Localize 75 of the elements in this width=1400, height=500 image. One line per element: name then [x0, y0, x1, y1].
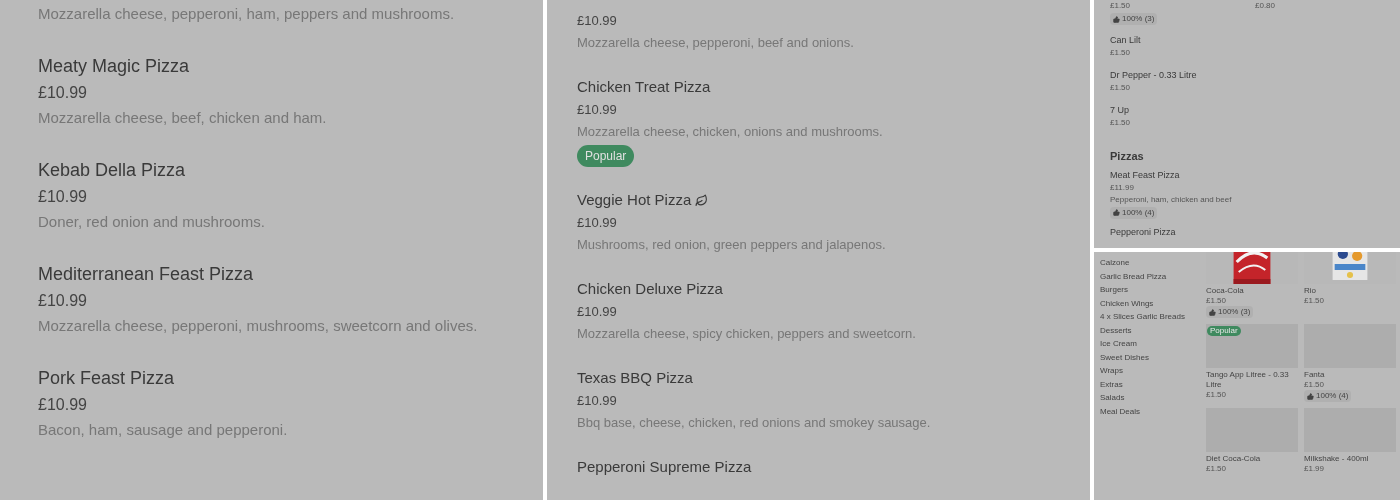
category-link[interactable]: Extras: [1100, 379, 1206, 390]
product-name: Tango App Litree - 0.33 Litre: [1206, 370, 1290, 390]
rating-badge: 100% (4): [1110, 206, 1158, 219]
item-price: £0.80: [1255, 1, 1276, 11]
thumbs-up-icon: [1307, 392, 1314, 400]
product-price: £1.99: [1304, 464, 1325, 474]
product-price: £1.50: [1304, 380, 1325, 390]
thumbs-up-icon: [1113, 209, 1120, 216]
category-link[interactable]: Salads: [1100, 393, 1206, 404]
item-description: Bacon, ham, sausage and pepperoni.: [38, 420, 289, 440]
product-price: £1.50: [1206, 296, 1227, 306]
popular-badge: Popular: [1207, 326, 1241, 336]
category-link[interactable]: Chicken Wings: [1100, 298, 1206, 309]
item-title: Veggie Hot Pizza: [577, 190, 692, 210]
rating-badge: 100% (3): [1110, 13, 1158, 25]
item-title: Chicken Deluxe Pizza: [577, 279, 723, 299]
item-price: £10.99: [577, 392, 618, 410]
item-price: £10.99: [577, 214, 618, 232]
rating-badge: 100% (3): [1206, 306, 1254, 318]
item-price: £1.50: [1110, 48, 1132, 58]
category-link[interactable]: 4 x Slices Garlic Breads: [1100, 312, 1206, 323]
item-title: Pepperoni Supreme Pizza: [577, 457, 752, 477]
item-price: £10.99: [38, 187, 88, 207]
item-title: Meat Feast Pizza: [1110, 169, 1180, 181]
section-heading: Pizzas: [1110, 149, 1145, 164]
item-title: Can Lilt: [1110, 35, 1142, 46]
category-link[interactable]: Meal Deals: [1100, 406, 1206, 417]
category-link[interactable]: Garlic Bread Pizza: [1100, 271, 1206, 282]
item-title: Meaty Magic Pizza: [38, 55, 191, 78]
item-description: Bbq base, cheese, chicken, red onions and smokey sausage.: [577, 414, 932, 432]
item-price: £1.50: [1110, 83, 1132, 93]
category-link[interactable]: Wraps: [1100, 366, 1206, 377]
product-name: Coca-Cola: [1206, 286, 1244, 296]
item-price: £1.50: [1110, 1, 1131, 11]
item-description: Mozzarella cheese, spicy chicken, peppers and sweetcorn.: [577, 325, 917, 343]
product-name: Fanta: [1304, 370, 1325, 380]
item-title: Chicken Treat Pizza: [577, 77, 711, 97]
item-title: Pepperoni Pizza: [1110, 226, 1176, 238]
category-link[interactable]: Burgers: [1100, 285, 1206, 296]
rating-badge: 100% (4): [1304, 390, 1352, 402]
item-description: Mushrooms, red onion, green peppers and jalapenos.: [577, 236, 887, 254]
category-link[interactable]: Sweet Dishes: [1100, 352, 1206, 363]
item-price: £10.99: [577, 303, 618, 321]
item-price: £10.99: [577, 12, 618, 30]
item-price: £11.99: [1110, 182, 1134, 193]
item-description: Pepperoni, ham, chicken and beef: [1110, 194, 1232, 205]
product-price: £1.50: [1206, 390, 1227, 400]
category-link[interactable]: Calzone: [1100, 258, 1206, 269]
thumbs-up-icon: [1113, 15, 1120, 23]
popular-badge: Popular: [577, 145, 635, 167]
product-price: £1.50: [1304, 296, 1325, 306]
item-description: Mozzarella cheese, pepperoni, mushrooms, sweetcorn and olives.: [38, 316, 479, 336]
product-name: Milkshake - 400ml: [1304, 454, 1369, 464]
item-title: Mediterranean Feast Pizza: [38, 263, 255, 286]
item-title: Dr Pepper - 0.33 Litre: [1110, 70, 1198, 81]
item-title: Pork Feast Pizza: [38, 367, 176, 390]
item-title: Texas BBQ Pizza: [577, 368, 693, 388]
item-title: Kebab Della Pizza: [38, 159, 187, 182]
item-price: £10.99: [38, 83, 88, 103]
item-price: £10.99: [38, 395, 88, 415]
thumbs-up-icon: [1209, 308, 1216, 316]
category-link[interactable]: Ice Cream: [1100, 339, 1206, 350]
item-description: Doner, red onion and mushrooms.: [38, 212, 266, 232]
category-link[interactable]: Desserts: [1100, 325, 1206, 336]
product-price: £1.50: [1206, 464, 1227, 474]
item-description: Mozzarella cheese, pepperoni, ham, peppers and mushrooms.: [38, 4, 456, 24]
item-price: £1.50: [1110, 118, 1132, 128]
item-description: Mozzarella cheese, pepperoni, beef and onions.: [577, 34, 855, 52]
item-price: £10.99: [577, 101, 618, 119]
item-title: 7 Up: [1110, 105, 1130, 116]
product-name: Diet Coca-Cola: [1206, 454, 1261, 464]
product-name: Rio: [1304, 286, 1316, 296]
item-price: £10.99: [38, 291, 88, 311]
item-description: Mozzarella cheese, beef, chicken and ham.: [38, 108, 328, 128]
item-description: Mozzarella cheese, chicken, onions and mushrooms.: [577, 123, 884, 141]
